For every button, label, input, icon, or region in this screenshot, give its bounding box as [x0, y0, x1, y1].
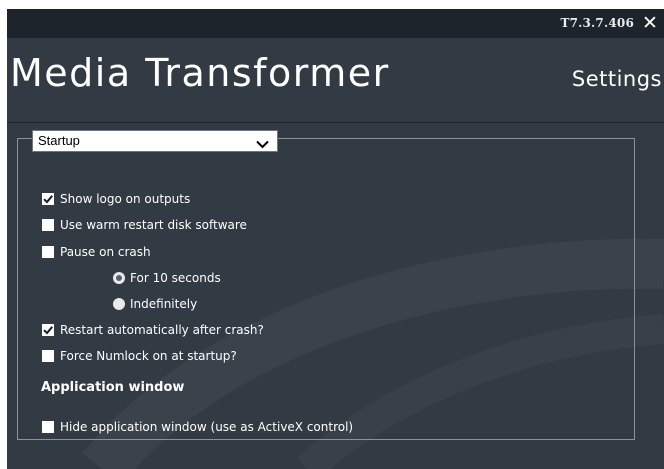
restart-auto-label: Restart automatically after crash?	[60, 323, 264, 337]
page-title: Settings	[571, 67, 662, 91]
hide-app-window-label: Hide application window (use as ActiveX …	[60, 420, 354, 434]
warm-restart-option[interactable]: Use warm restart disk software	[42, 216, 247, 234]
pause-10-seconds-label: For 10 seconds	[130, 271, 221, 285]
chevron-down-icon	[256, 137, 269, 152]
pause-on-crash-option[interactable]: Pause on crash	[42, 243, 151, 261]
force-numlock-option[interactable]: Force Numlock on at startup?	[42, 347, 237, 365]
show-logo-option[interactable]: Show logo on outputs	[42, 190, 190, 208]
pause-indefinitely-option[interactable]: Indefinitely	[113, 295, 197, 313]
radio-selected-dot	[116, 275, 122, 281]
pause-on-crash-checkbox[interactable]	[42, 246, 54, 258]
section-dropdown[interactable]: Startup	[32, 130, 278, 152]
application-window-heading: Application window	[41, 380, 185, 395]
section-dropdown-value: Startup	[38, 133, 80, 148]
warm-restart-checkbox[interactable]	[42, 219, 54, 231]
hide-app-window-option[interactable]: Hide application window (use as ActiveX …	[42, 418, 353, 436]
pause-10-seconds-radio[interactable]	[113, 272, 125, 284]
app-title: Media Transformer	[10, 51, 390, 95]
pause-10-seconds-option[interactable]: For 10 seconds	[113, 269, 221, 287]
checkmark-icon	[43, 326, 53, 335]
show-logo-checkbox[interactable]	[42, 193, 54, 205]
restart-auto-option[interactable]: Restart automatically after crash?	[42, 321, 264, 339]
header-divider	[7, 122, 664, 123]
pause-on-crash-label: Pause on crash	[60, 245, 151, 259]
force-numlock-label: Force Numlock on at startup?	[60, 349, 237, 363]
pause-indefinitely-label: Indefinitely	[130, 297, 198, 311]
hide-app-window-checkbox[interactable]	[42, 421, 54, 433]
warm-restart-label: Use warm restart disk software	[60, 218, 247, 232]
force-numlock-checkbox[interactable]	[42, 350, 54, 362]
restart-auto-checkbox[interactable]	[42, 324, 54, 336]
pause-indefinitely-radio[interactable]	[113, 298, 125, 310]
show-logo-label: Show logo on outputs	[60, 192, 191, 206]
checkmark-icon	[43, 195, 53, 204]
